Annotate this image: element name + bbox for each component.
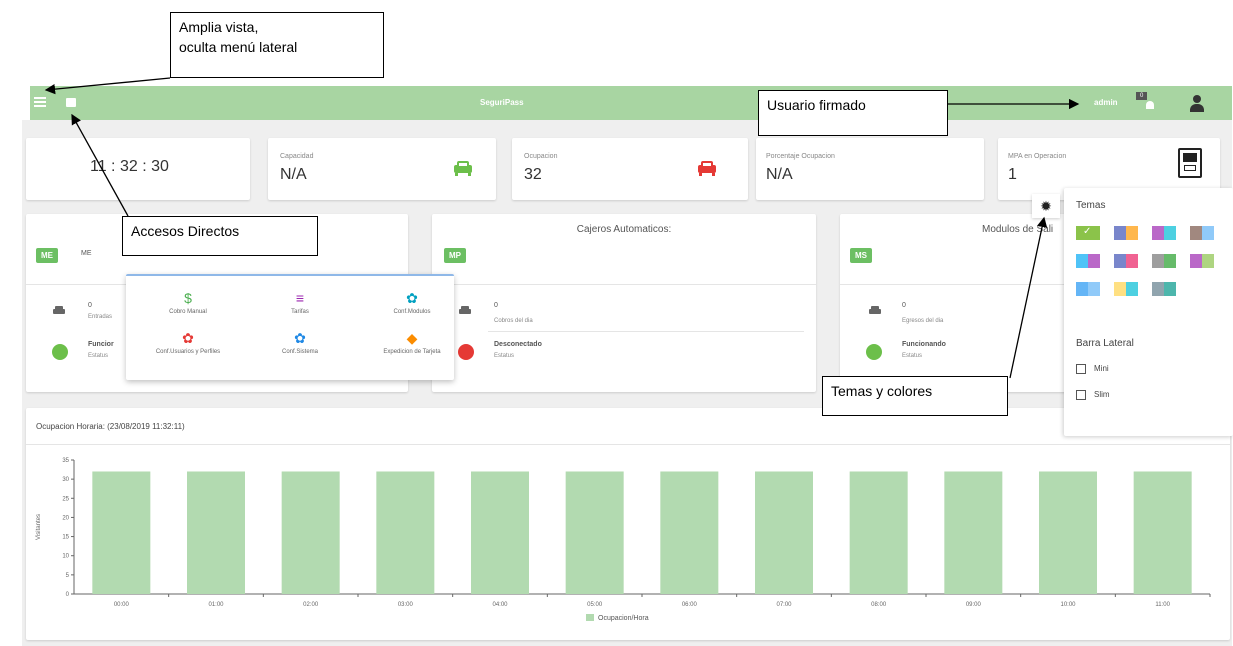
annotation-arrows — [44, 77, 1080, 379]
